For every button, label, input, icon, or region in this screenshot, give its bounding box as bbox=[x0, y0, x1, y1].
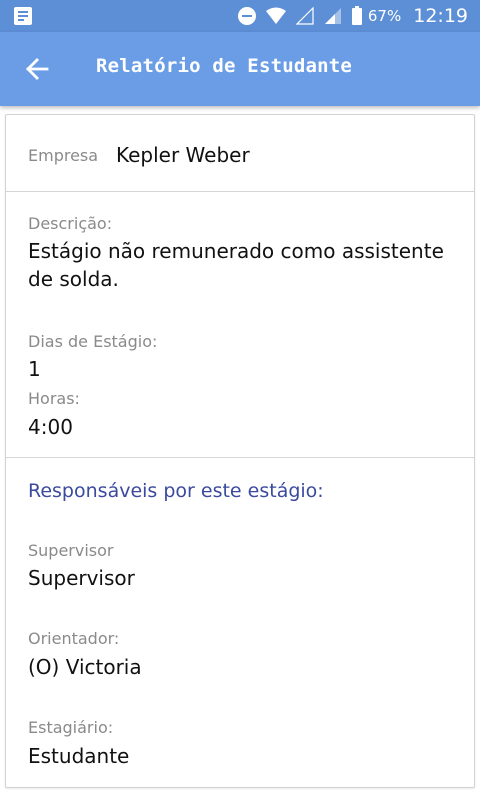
do-not-disturb-icon bbox=[237, 7, 256, 25]
responsibles-section-title: Responsáveis por este estágio: bbox=[28, 480, 324, 502]
supervisor-value: Supervisor bbox=[28, 566, 135, 590]
battery-percentage: 67% bbox=[367, 7, 402, 25]
empty-signal-icon bbox=[295, 7, 314, 25]
intern-label: Estagiário: bbox=[28, 718, 114, 737]
page-title: Relatório de Estudante bbox=[96, 55, 353, 77]
divider bbox=[6, 191, 474, 192]
arrow-left-icon bbox=[26, 58, 49, 80]
report-card: Empresa Kepler Weber Descrição: Estágio … bbox=[5, 114, 475, 788]
hours-value: 4:00 bbox=[28, 415, 73, 439]
company-value: Kepler Weber bbox=[116, 143, 250, 167]
description-label: Descrição: bbox=[28, 214, 113, 233]
advisor-label: Orientador: bbox=[28, 629, 120, 648]
description-value: Estágio não remunerado como assistente d… bbox=[28, 239, 444, 291]
signal-icon bbox=[324, 8, 341, 24]
company-label: Empresa bbox=[28, 146, 99, 165]
status-bar: 67% 12:19 bbox=[0, 0, 480, 32]
status-icons: 67% 12:19 bbox=[228, 0, 468, 32]
app-bar: Relatório de Estudante bbox=[0, 32, 480, 106]
battery-icon bbox=[351, 5, 362, 25]
intern-value: Estudante bbox=[28, 744, 130, 768]
notification-icon bbox=[14, 7, 32, 25]
clock: 12:19 bbox=[413, 5, 468, 27]
internship-days-value: 1 bbox=[28, 357, 41, 381]
advisor-value: (O) Victoria bbox=[28, 655, 142, 679]
supervisor-label: Supervisor bbox=[28, 541, 114, 560]
back-button[interactable] bbox=[18, 50, 56, 88]
divider bbox=[6, 457, 474, 458]
internship-days-label: Dias de Estágio: bbox=[28, 332, 158, 351]
hours-label: Horas: bbox=[28, 389, 80, 408]
wifi-icon bbox=[265, 7, 286, 24]
